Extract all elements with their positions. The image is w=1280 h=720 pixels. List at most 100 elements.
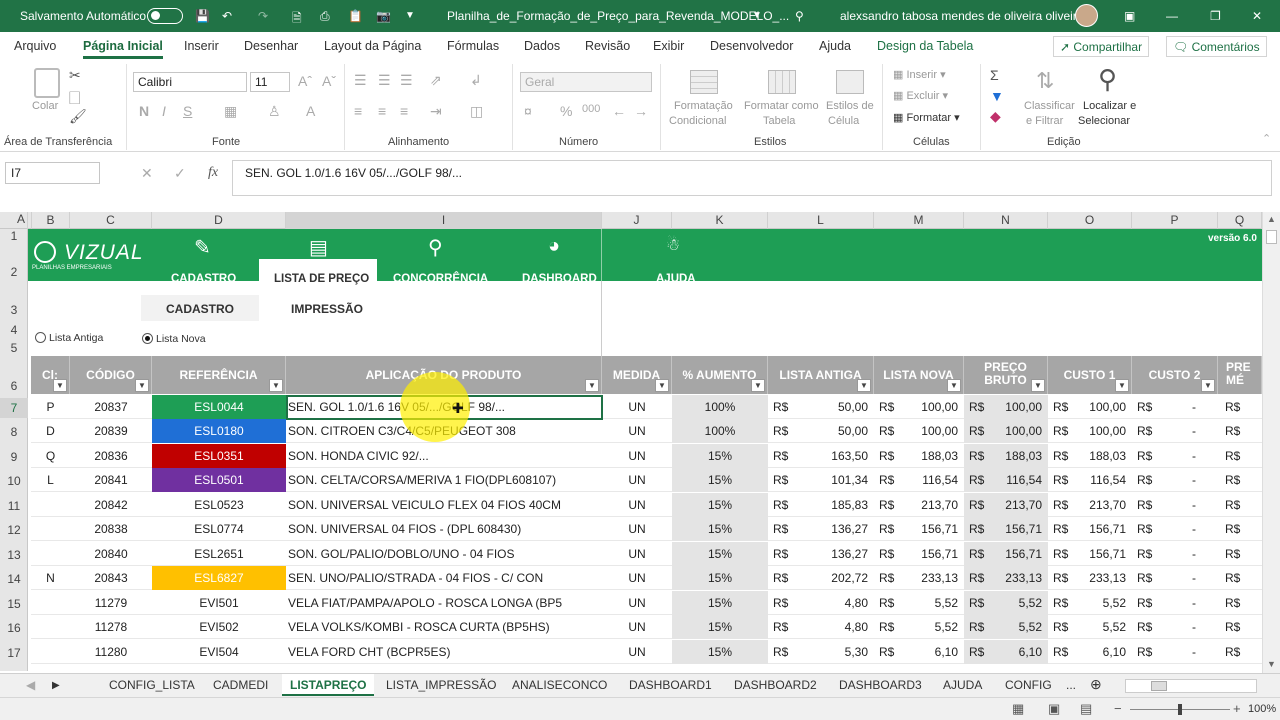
wrap-text-icon[interactable]: ↲ bbox=[470, 72, 482, 89]
cell-bruto[interactable]: R$ 233,13 bbox=[964, 566, 1048, 590]
column-header[interactable]: J bbox=[602, 212, 672, 229]
cell-code[interactable]: 20839 bbox=[70, 419, 152, 443]
sheet-tab-active[interactable]: LISTAPREÇO bbox=[282, 674, 375, 696]
cell-styles-icon[interactable] bbox=[836, 70, 864, 94]
row-header[interactable]: 17 bbox=[0, 643, 28, 663]
cell-preco-medio[interactable]: R$ bbox=[1218, 640, 1262, 664]
cell-custo2[interactable]: R$ - bbox=[1132, 542, 1218, 566]
cell-preco-medio[interactable]: R$ bbox=[1218, 591, 1262, 615]
undo-icon[interactable]: ↶ bbox=[222, 9, 232, 23]
redo-icon[interactable]: ↷ bbox=[258, 9, 268, 23]
tab-inserir[interactable]: Inserir bbox=[184, 39, 219, 53]
cell-bruto[interactable]: R$ 6,10 bbox=[964, 640, 1048, 664]
cell-antiga[interactable]: R$ 50,00 bbox=[768, 395, 874, 419]
font-size-select[interactable]: 11 bbox=[250, 72, 290, 92]
currency-icon[interactable]: ¤ bbox=[524, 103, 532, 119]
cell-nova[interactable]: R$ 188,03 bbox=[874, 444, 964, 468]
cell-antiga[interactable]: R$ 202,72 bbox=[768, 566, 874, 590]
cell-custo1[interactable]: R$ 156,71 bbox=[1048, 517, 1132, 541]
tab-desenvolvedor[interactable]: Desenvolvedor bbox=[710, 39, 793, 53]
cell-cl[interactable]: P bbox=[31, 395, 70, 419]
filter-dropdown-icon[interactable]: ▼ bbox=[655, 379, 669, 392]
sheet-tab[interactable]: LISTA_IMPRESSÃO bbox=[386, 678, 496, 692]
cell-bruto[interactable]: R$ 100,00 bbox=[964, 419, 1048, 443]
filename-dropdown-icon[interactable]: ▼ bbox=[752, 10, 762, 21]
decrease-decimal-icon[interactable]: → bbox=[634, 103, 648, 119]
cell-nova[interactable]: R$ 5,52 bbox=[874, 591, 964, 615]
cell-app[interactable]: SON. UNIVERSAL 04 FIOS - (DPL 608430) bbox=[286, 517, 602, 541]
tab-desenhar[interactable]: Desenhar bbox=[244, 39, 298, 53]
cell-medida[interactable]: UN bbox=[602, 640, 672, 664]
increase-decimal-icon[interactable]: ← bbox=[612, 103, 626, 119]
cell-aumento[interactable]: 15% bbox=[672, 640, 768, 664]
cell-preco-medio[interactable]: R$ bbox=[1218, 566, 1262, 590]
sheet-tab[interactable]: AJUDA bbox=[943, 678, 982, 692]
collapse-ribbon-icon[interactable]: ⌃ bbox=[1262, 132, 1271, 145]
cell-medida[interactable]: UN bbox=[602, 591, 672, 615]
page-break-icon[interactable]: ▤ bbox=[1080, 701, 1092, 717]
align-center-icon[interactable]: ≡ bbox=[378, 103, 386, 119]
cell-medida[interactable]: UN bbox=[602, 468, 672, 492]
cell-aumento[interactable]: 15% bbox=[672, 591, 768, 615]
cell-antiga[interactable]: R$ 5,30 bbox=[768, 640, 874, 664]
customize-quick-access-icon[interactable]: ▼ bbox=[405, 10, 415, 21]
align-bottom-icon[interactable]: ☰ bbox=[400, 72, 413, 89]
cell-aumento[interactable]: 15% bbox=[672, 468, 768, 492]
column-header[interactable]: N bbox=[964, 212, 1048, 229]
name-box[interactable]: I7 bbox=[5, 162, 100, 184]
cell-custo1[interactable]: R$ 116,54 bbox=[1048, 468, 1132, 492]
cell-medida[interactable]: UN bbox=[602, 419, 672, 443]
cell-app[interactable]: VELA FIAT/PAMPA/APOLO - ROSCA LONGA (BP5 bbox=[286, 591, 602, 615]
cell-custo1[interactable]: R$ 100,00 bbox=[1048, 419, 1132, 443]
cell-code[interactable]: 11279 bbox=[70, 591, 152, 615]
cell-ref[interactable]: ESL0774 bbox=[152, 517, 286, 541]
next-sheet-icon[interactable]: ▶ bbox=[52, 680, 60, 691]
column-header-active[interactable]: I bbox=[286, 212, 602, 229]
cell-nova[interactable]: R$ 156,71 bbox=[874, 542, 964, 566]
cell-aumento[interactable]: 15% bbox=[672, 566, 768, 590]
prev-sheet-icon[interactable]: ◀ bbox=[26, 678, 35, 692]
cell-code[interactable]: 20841 bbox=[70, 468, 152, 492]
minimize-icon[interactable]: — bbox=[1166, 9, 1178, 23]
cell-app[interactable]: SON. UNIVERSAL VEICULO FLEX 04 FIOS 40CM bbox=[286, 493, 602, 517]
filter-dropdown-icon[interactable]: ▼ bbox=[751, 379, 765, 392]
nav-concorrencia[interactable]: CONCORRÊNCIA bbox=[393, 273, 488, 285]
cell-bruto[interactable]: R$ 5,52 bbox=[964, 591, 1048, 615]
align-right-icon[interactable]: ≡ bbox=[400, 103, 408, 119]
cell-app[interactable]: SON. GOL/PALIO/DOBLO/UNO - 04 FIOS bbox=[286, 542, 602, 566]
paste-icon[interactable] bbox=[34, 68, 60, 98]
share-button[interactable]: ➚ Compartilhar bbox=[1053, 36, 1150, 57]
row-header[interactable]: 5 bbox=[0, 339, 28, 357]
cell-medida[interactable]: UN bbox=[602, 493, 672, 517]
cell-medida[interactable]: UN bbox=[602, 395, 672, 419]
cell-bruto[interactable]: R$ 116,54 bbox=[964, 468, 1048, 492]
restore-icon[interactable]: ❐ bbox=[1210, 9, 1221, 23]
row-header[interactable]: 10 bbox=[0, 471, 28, 491]
increase-font-icon[interactable]: Aˆ bbox=[298, 73, 312, 89]
confirm-formula-icon[interactable]: ✓ bbox=[174, 165, 186, 182]
close-icon[interactable]: ✕ bbox=[1252, 9, 1262, 23]
cell-ref[interactable]: EVI502 bbox=[152, 615, 286, 639]
column-header-a[interactable]: A bbox=[17, 212, 25, 226]
format-cells-button[interactable]: ▦ Formatar ▾ bbox=[893, 111, 960, 124]
cell-preco-medio[interactable]: R$ bbox=[1218, 493, 1262, 517]
cell-antiga[interactable]: R$ 101,34 bbox=[768, 468, 874, 492]
column-header[interactable]: C bbox=[70, 212, 152, 229]
cell-nova[interactable]: R$ 6,10 bbox=[874, 640, 964, 664]
tab-arquivo[interactable]: Arquivo bbox=[14, 39, 56, 53]
cell-antiga[interactable]: R$ 50,00 bbox=[768, 419, 874, 443]
print-icon[interactable]: ⎙ bbox=[320, 9, 330, 24]
cell-aumento[interactable]: 15% bbox=[672, 615, 768, 639]
find-select-button[interactable]: Selecionar bbox=[1078, 115, 1130, 127]
radio-lista-nova[interactable]: Lista Nova bbox=[142, 333, 206, 345]
cell-aumento[interactable]: 15% bbox=[672, 517, 768, 541]
cell-antiga[interactable]: R$ 163,50 bbox=[768, 444, 874, 468]
cell-ref[interactable]: ESL0351 bbox=[152, 444, 286, 468]
row-header[interactable]: 9 bbox=[0, 447, 28, 467]
cell-code[interactable]: 20838 bbox=[70, 517, 152, 541]
sort-filter-icon[interactable]: ⇅ bbox=[1036, 68, 1054, 94]
cell-antiga[interactable]: R$ 136,27 bbox=[768, 517, 874, 541]
cell-cl[interactable] bbox=[31, 591, 70, 615]
number-format-select[interactable]: Geral bbox=[520, 72, 652, 92]
cell-custo1[interactable]: R$ 156,71 bbox=[1048, 542, 1132, 566]
